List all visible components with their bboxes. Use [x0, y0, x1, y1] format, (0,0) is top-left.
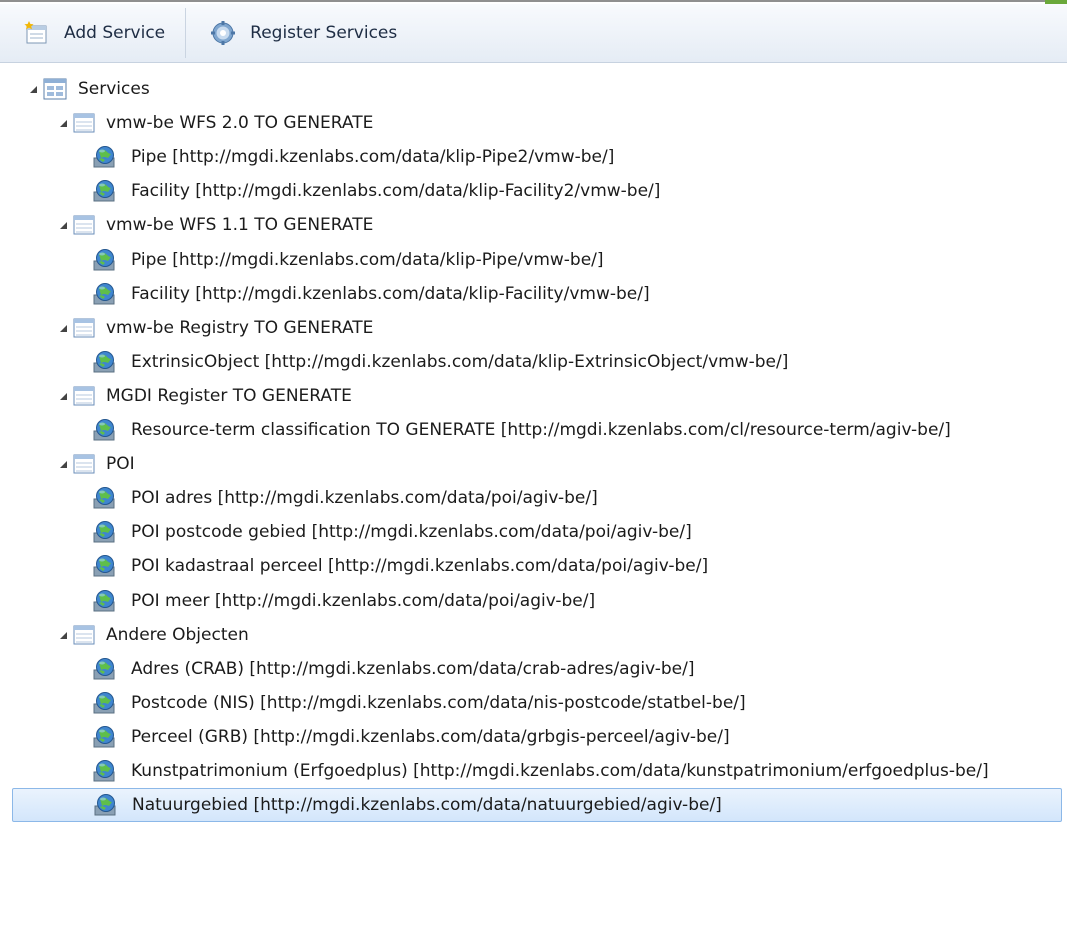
tree-label: POI meer [http://mgdi.kzenlabs.com/data/…: [131, 591, 596, 611]
tree-item[interactable]: Facility [http://mgdi.kzenlabs.com/data/…: [12, 277, 1062, 311]
tree-item[interactable]: Resource-term classification TO GENERATE…: [12, 413, 1062, 447]
globe-service-icon: [92, 691, 118, 715]
globe-service-icon: [92, 657, 118, 681]
tree-item[interactable]: POI adres [http://mgdi.kzenlabs.com/data…: [12, 481, 1062, 515]
globe-service-icon: [92, 759, 118, 783]
globe-service-icon: [92, 520, 118, 544]
tree-item[interactable]: Postcode (NIS) [http://mgdi.kzenlabs.com…: [12, 686, 1062, 720]
expand-collapse-toggle[interactable]: [60, 324, 67, 332]
globe-service-icon: [92, 589, 118, 613]
tree-label: MGDI Register TO GENERATE: [106, 386, 352, 406]
tree-label: vmw-be WFS 2.0 TO GENERATE: [106, 113, 374, 133]
table-icon: [73, 215, 95, 235]
tree-label: ExtrinsicObject [http://mgdi.kzenlabs.co…: [131, 352, 789, 372]
tree-item[interactable]: Adres (CRAB) [http://mgdi.kzenlabs.com/d…: [12, 652, 1062, 686]
tree-label: POI postcode gebied [http://mgdi.kzenlab…: [131, 522, 692, 542]
tree-label: Resource-term classification TO GENERATE…: [131, 420, 951, 440]
tree-root[interactable]: Services: [12, 72, 1062, 106]
add-service-label: Add Service: [64, 23, 166, 43]
table-icon: [73, 318, 95, 338]
tree-label: POI: [106, 454, 135, 474]
tree-label: Kunstpatrimonium (Erfgoedplus) [http://m…: [131, 761, 989, 781]
tree-group[interactable]: vmw-be Registry TO GENERATE: [12, 311, 1062, 345]
toolbar: Add Service Register Services: [0, 4, 1067, 63]
globe-service-icon: [92, 418, 118, 442]
tree-group[interactable]: vmw-be WFS 1.1 TO GENERATE: [12, 208, 1062, 242]
tree-label: Pipe [http://mgdi.kzenlabs.com/data/klip…: [131, 250, 604, 270]
tree-label: Adres (CRAB) [http://mgdi.kzenlabs.com/d…: [131, 659, 695, 679]
tree-label: POI kadastraal perceel [http://mgdi.kzen…: [131, 556, 709, 576]
tree-group[interactable]: vmw-be WFS 2.0 TO GENERATE: [12, 106, 1062, 140]
services-folder-icon: [43, 78, 67, 100]
tree-item[interactable]: Facility [http://mgdi.kzenlabs.com/data/…: [12, 174, 1062, 208]
add-service-button[interactable]: Add Service: [0, 4, 185, 62]
tree-label: Pipe [http://mgdi.kzenlabs.com/data/klip…: [131, 147, 615, 167]
tree-label: Services: [78, 79, 150, 99]
globe-service-icon: [92, 248, 118, 272]
tree-label: Postcode (NIS) [http://mgdi.kzenlabs.com…: [131, 693, 746, 713]
tree-item[interactable]: ExtrinsicObject [http://mgdi.kzenlabs.co…: [12, 345, 1062, 379]
tree-label: vmw-be Registry TO GENERATE: [106, 318, 374, 338]
table-icon: [73, 625, 95, 645]
expand-collapse-toggle[interactable]: [60, 460, 67, 468]
tree-group[interactable]: Andere Objecten: [12, 618, 1062, 652]
tree-label: Facility [http://mgdi.kzenlabs.com/data/…: [131, 181, 661, 201]
globe-service-icon: [92, 486, 118, 510]
tree-item[interactable]: Natuurgebied [http://mgdi.kzenlabs.com/d…: [12, 788, 1062, 822]
expand-collapse-toggle[interactable]: [30, 85, 37, 93]
tree-item[interactable]: Perceel (GRB) [http://mgdi.kzenlabs.com/…: [12, 720, 1062, 754]
tree-group[interactable]: MGDI Register TO GENERATE: [12, 379, 1062, 413]
expand-collapse-toggle[interactable]: [60, 631, 67, 639]
expand-collapse-toggle[interactable]: [60, 119, 67, 127]
globe-service-icon: [92, 350, 118, 374]
tree-group[interactable]: POI: [12, 447, 1062, 481]
tree-label: Perceel (GRB) [http://mgdi.kzenlabs.com/…: [131, 727, 730, 747]
tree-label: Facility [http://mgdi.kzenlabs.com/data/…: [131, 284, 650, 304]
globe-service-icon: [92, 725, 118, 749]
tree-label: Natuurgebied [http://mgdi.kzenlabs.com/d…: [132, 795, 722, 815]
tree-item[interactable]: POI postcode gebied [http://mgdi.kzenlab…: [12, 515, 1062, 549]
register-services-button[interactable]: Register Services: [186, 4, 417, 62]
gear-icon: [211, 21, 236, 45]
tree-label: POI adres [http://mgdi.kzenlabs.com/data…: [131, 488, 598, 508]
globe-service-icon: [92, 145, 118, 169]
tree-item[interactable]: Kunstpatrimonium (Erfgoedplus) [http://m…: [12, 754, 1062, 788]
expand-collapse-toggle[interactable]: [60, 221, 67, 229]
table-icon: [73, 113, 95, 133]
table-icon: [73, 454, 95, 474]
tree-item[interactable]: Pipe [http://mgdi.kzenlabs.com/data/klip…: [12, 243, 1062, 277]
tree-item[interactable]: POI kadastraal perceel [http://mgdi.kzen…: [12, 549, 1062, 583]
window-top-border: [0, 0, 1045, 2]
globe-service-icon: [92, 282, 118, 306]
tree-item[interactable]: Pipe [http://mgdi.kzenlabs.com/data/klip…: [12, 140, 1062, 174]
tree-item[interactable]: POI meer [http://mgdi.kzenlabs.com/data/…: [12, 584, 1062, 618]
expand-collapse-toggle[interactable]: [60, 392, 67, 400]
add-service-icon: [24, 21, 47, 44]
table-icon: [73, 386, 95, 406]
globe-service-icon: [92, 554, 118, 578]
tree-label: vmw-be WFS 1.1 TO GENERATE: [106, 215, 374, 235]
globe-service-icon: [93, 793, 119, 817]
tree-label: Andere Objecten: [106, 625, 249, 645]
globe-service-icon: [92, 179, 118, 203]
register-services-label: Register Services: [250, 23, 398, 43]
